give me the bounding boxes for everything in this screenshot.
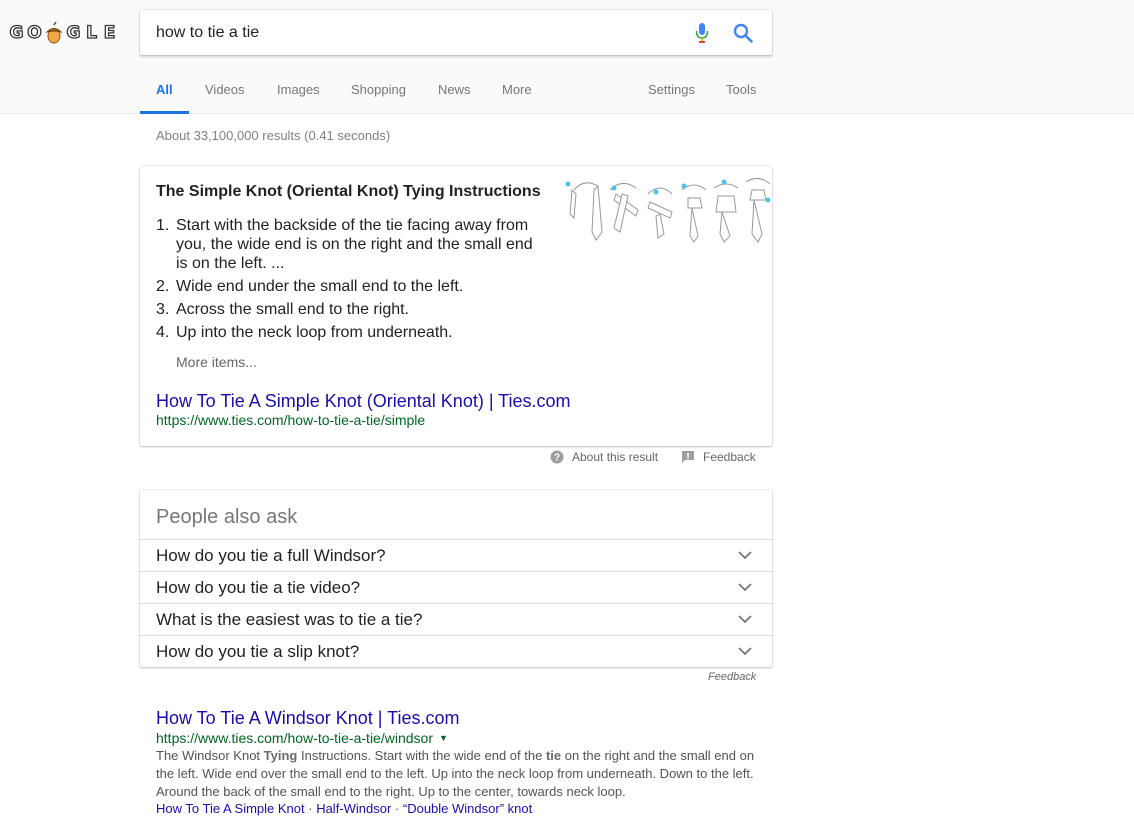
snippet-url: https://www.ties.com/how-to-tie-a-tie/si…: [156, 412, 426, 428]
tab-shopping[interactable]: Shopping: [335, 72, 422, 114]
sitelink[interactable]: Half-Windsor: [316, 801, 391, 816]
search-icon[interactable]: [733, 23, 753, 43]
search-input[interactable]: [156, 10, 676, 55]
logo-letter: O: [27, 22, 43, 43]
paa-question-row[interactable]: What is the easiest was to tie a tie?: [140, 603, 772, 635]
result-url: https://www.ties.com/how-to-tie-a-tie/wi…: [156, 730, 766, 746]
list-item: 4. Up into the neck loop from underneath…: [156, 323, 546, 342]
help-icon: ?: [550, 450, 564, 464]
tab-more[interactable]: More: [486, 72, 548, 114]
url-dropdown-icon[interactable]: ▼: [439, 733, 448, 743]
paa-question: How do you tie a full Windsor?: [156, 546, 386, 565]
tab-images[interactable]: Images: [261, 72, 336, 114]
result-url-text: https://www.ties.com/how-to-tie-a-tie/wi…: [156, 730, 433, 746]
doodle-logo[interactable]: G O G L E: [8, 22, 118, 44]
step-text: Across the small end to the right.: [176, 301, 409, 318]
chevron-down-icon: [738, 615, 752, 624]
paa-question-row[interactable]: How do you tie a slip knot?: [140, 635, 772, 667]
paa-question: What is the easiest was to tie a tie?: [156, 610, 423, 629]
tab-settings[interactable]: Settings: [632, 72, 711, 114]
people-also-ask: People also ask How do you tie a full Wi…: [140, 490, 772, 667]
header: G O G L E All Videos Images Shopping New…: [0, 0, 1134, 114]
desc-highlight: Tying: [263, 748, 298, 763]
sitelink-separator: ·: [391, 801, 403, 816]
logo-letter: L: [85, 22, 97, 43]
tab-videos[interactable]: Videos: [189, 72, 261, 114]
chevron-down-icon: [738, 647, 752, 656]
list-item: 3. Across the small end to the right.: [156, 300, 546, 319]
tie-steps-image[interactable]: [564, 172, 774, 244]
search-tabs: All Videos Images Shopping News More Set…: [140, 72, 772, 114]
paa-question-row[interactable]: How do you tie a full Windsor?: [140, 539, 772, 571]
search-box: [140, 10, 772, 55]
list-item: 1. Start with the backside of the tie fa…: [156, 216, 546, 273]
logo-letter: G: [66, 22, 81, 43]
about-this-result[interactable]: ? About this result: [550, 450, 658, 464]
featured-snippet: The Simple Knot (Oriental Knot) Tying In…: [140, 166, 772, 446]
chevron-down-icon: [738, 551, 752, 560]
step-number: 2.: [156, 278, 170, 295]
desc-highlight: tie: [545, 748, 562, 763]
paa-question: How do you tie a slip knot?: [156, 642, 360, 661]
step-text: Wide end under the small end to the left…: [176, 278, 464, 295]
sitelink-separator: ·: [304, 801, 317, 816]
sitelinks: How To Tie A Simple Knot · Half-Windsor …: [156, 801, 766, 816]
more-items-link[interactable]: More items...: [176, 354, 257, 370]
snippet-result-link[interactable]: How To Tie A Simple Knot (Oriental Knot)…: [156, 391, 571, 412]
microphone-icon[interactable]: [695, 22, 709, 44]
desc-text: Instructions. Start with the wide end of…: [297, 748, 546, 763]
paa-feedback-link[interactable]: Feedback: [708, 671, 756, 683]
step-text: Start with the backside of the tie facin…: [176, 217, 533, 272]
snippet-feedback[interactable]: Feedback: [681, 450, 756, 464]
about-this-result-label: About this result: [572, 450, 659, 464]
step-text: Up into the neck loop from underneath.: [176, 324, 453, 341]
paa-title: People also ask: [156, 506, 298, 528]
sitelink[interactable]: “Double Windsor” knot: [403, 801, 532, 816]
sitelink[interactable]: How To Tie A Simple Knot: [156, 801, 305, 816]
tab-tools[interactable]: Tools: [710, 72, 772, 114]
acorn-icon: [45, 22, 63, 44]
chevron-down-icon: [738, 583, 752, 592]
tab-news[interactable]: News: [422, 72, 487, 114]
list-item: 2. Wide end under the small end to the l…: [156, 277, 546, 296]
step-number: 4.: [156, 324, 170, 341]
tab-all[interactable]: All: [140, 72, 189, 114]
feedback-icon: [682, 451, 694, 463]
svg-text:?: ?: [554, 453, 560, 464]
step-number: 1.: [156, 217, 170, 234]
result-stats: About 33,100,000 results (0.41 seconds): [156, 128, 391, 143]
feedback-label: Feedback: [703, 450, 756, 464]
logo-letter: G: [9, 22, 24, 43]
desc-text: The Windsor Knot: [156, 748, 264, 763]
logo-letter: E: [103, 22, 116, 43]
result-title-link[interactable]: How To Tie A Windsor Knot | Ties.com: [156, 708, 766, 729]
snippet-title: The Simple Knot (Oriental Knot) Tying In…: [156, 183, 541, 200]
paa-question-row[interactable]: How do you tie a tie video?: [140, 571, 772, 603]
result-description: The Windsor Knot Tying Instructions. Sta…: [156, 747, 766, 801]
search-result: How To Tie A Windsor Knot | Ties.com htt…: [156, 708, 766, 816]
paa-question: How do you tie a tie video?: [156, 578, 361, 597]
step-number: 3.: [156, 301, 170, 318]
snippet-steps: 1. Start with the backside of the tie fa…: [156, 216, 546, 346]
